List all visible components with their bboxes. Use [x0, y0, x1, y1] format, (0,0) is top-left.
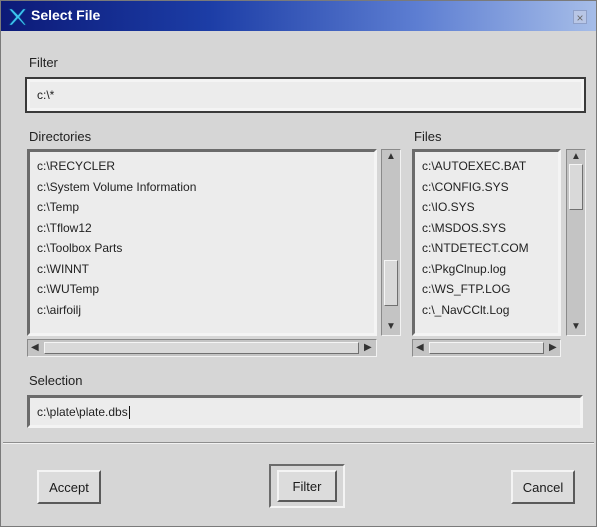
list-item[interactable]: c:\Temp — [37, 197, 374, 218]
x-logo-icon — [8, 8, 27, 26]
list-item[interactable]: c:\PkgClnup.log — [422, 259, 558, 280]
list-item[interactable]: c:\NTDETECT.COM — [422, 238, 558, 259]
files-horizontal-scrollbar[interactable]: ◀ ▶ — [412, 339, 561, 357]
files-label: Files — [414, 129, 442, 144]
scroll-up-arrow-icon[interactable]: ▲ — [571, 152, 581, 162]
filter-field-frame — [25, 77, 586, 113]
list-item[interactable]: c:\System Volume Information — [37, 177, 374, 198]
list-item[interactable]: c:\WS_FTP.LOG — [422, 279, 558, 300]
filter-input[interactable] — [27, 79, 584, 111]
selection-value: c:\plate\plate.dbs — [37, 405, 128, 419]
list-item[interactable]: c:\IO.SYS — [422, 197, 558, 218]
files-vertical-scrollbar[interactable]: ▲ ▼ — [566, 149, 586, 336]
filter-label: Filter — [29, 55, 58, 70]
directories-scroll-thumb[interactable] — [384, 260, 398, 306]
scroll-right-arrow-icon[interactable]: ▶ — [364, 343, 372, 353]
list-item[interactable]: c:\AUTOEXEC.BAT — [422, 156, 558, 177]
list-item[interactable]: c:\WUTemp — [37, 279, 374, 300]
filter-button[interactable]: Filter — [277, 470, 337, 502]
window-title: Select File — [31, 7, 101, 23]
button-separator — [3, 442, 594, 444]
directories-vertical-scrollbar[interactable]: ▲ ▼ — [381, 149, 401, 336]
title-bar[interactable]: Select File × — [1, 1, 596, 31]
scroll-right-arrow-icon[interactable]: ▶ — [549, 343, 557, 353]
scroll-down-arrow-icon[interactable]: ▼ — [386, 322, 396, 332]
selection-input[interactable]: c:\plate\plate.dbs — [27, 395, 583, 428]
list-item[interactable]: c:\CONFIG.SYS — [422, 177, 558, 198]
directories-hscroll-thumb[interactable] — [44, 342, 359, 354]
directories-label: Directories — [29, 129, 92, 144]
select-file-dialog: Select File × Filter Directories c:\RECY… — [0, 0, 597, 527]
scroll-down-arrow-icon[interactable]: ▼ — [571, 322, 581, 332]
files-scroll-thumb[interactable] — [569, 164, 583, 210]
selection-label: Selection — [29, 373, 83, 388]
accept-button[interactable]: Accept — [37, 470, 101, 504]
list-item[interactable]: c:\Tflow12 — [37, 218, 374, 239]
files-list[interactable]: c:\AUTOEXEC.BAT c:\CONFIG.SYS c:\IO.SYS c:\… — [412, 149, 561, 336]
list-item[interactable]: c:\airfoilj — [37, 300, 374, 321]
list-item[interactable]: c:\Toolbox Parts — [37, 238, 374, 259]
cancel-button[interactable]: Cancel — [511, 470, 575, 504]
text-caret — [128, 406, 130, 420]
close-button[interactable]: × — [573, 10, 587, 25]
scroll-up-arrow-icon[interactable]: ▲ — [386, 152, 396, 162]
scroll-left-arrow-icon[interactable]: ◀ — [416, 343, 424, 353]
list-item[interactable]: c:\WINNT — [37, 259, 374, 280]
directories-horizontal-scrollbar[interactable]: ◀ ▶ — [27, 339, 377, 357]
list-item[interactable]: c:\RECYCLER — [37, 156, 374, 177]
directories-list[interactable]: c:\RECYCLER c:\System Volume Information c… — [27, 149, 377, 336]
files-hscroll-thumb[interactable] — [429, 342, 544, 354]
scroll-left-arrow-icon[interactable]: ◀ — [31, 343, 39, 353]
list-item[interactable]: c:\_NavCClt.Log — [422, 300, 558, 321]
list-item[interactable]: c:\MSDOS.SYS — [422, 218, 558, 239]
